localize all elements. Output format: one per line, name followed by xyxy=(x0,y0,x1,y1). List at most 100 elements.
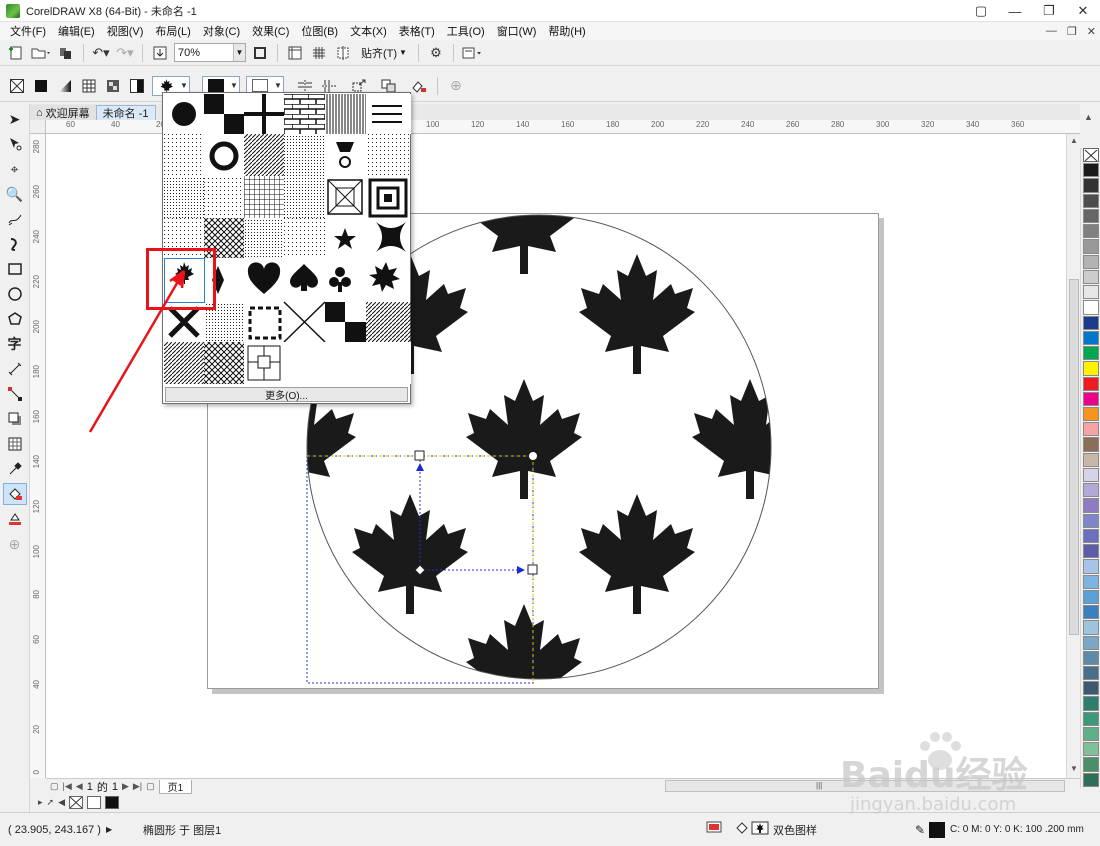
color-proofing-icon[interactable] xyxy=(706,821,722,838)
menu-view[interactable]: 视图(V) xyxy=(103,23,152,39)
options-gear-icon[interactable]: ⚙ xyxy=(426,43,446,63)
palette-color-swatch[interactable] xyxy=(1082,254,1099,269)
palette-color-swatch[interactable] xyxy=(1082,528,1099,544)
palette-color-swatch[interactable] xyxy=(1082,513,1099,528)
palette-color-swatch[interactable] xyxy=(1082,605,1099,620)
doc-restore-button[interactable]: ❐ xyxy=(1067,25,1077,38)
vector-pattern-fill-icon[interactable] xyxy=(80,77,98,95)
page-tab[interactable]: 页1 xyxy=(158,779,193,794)
chevron-down-icon[interactable]: ▼ xyxy=(273,81,283,90)
palette-color-swatch[interactable] xyxy=(1082,437,1099,452)
close-button[interactable]: ✕ xyxy=(1066,0,1100,22)
menu-text[interactable]: 文本(X) xyxy=(346,23,395,39)
palette-color-swatch[interactable] xyxy=(1082,742,1099,757)
vertical-ruler[interactable]: 2802602402202001801601401201008060402002… xyxy=(30,134,46,778)
text-tool-icon[interactable]: 字 xyxy=(3,333,27,355)
interactive-fill-tool-icon[interactable] xyxy=(2,483,27,505)
no-fill-icon[interactable] xyxy=(8,77,26,95)
palette-color-swatch[interactable] xyxy=(1082,193,1099,208)
crop-tool-icon[interactable]: ⌖ xyxy=(3,158,27,180)
palette-color-swatch[interactable] xyxy=(1082,163,1099,178)
show-rulers-icon[interactable] xyxy=(285,43,305,63)
undo-icon[interactable]: ↶▾ xyxy=(91,43,111,63)
tab-current-document[interactable]: 未命名 -1 xyxy=(95,105,156,120)
palette-color-swatch[interactable] xyxy=(1082,361,1099,376)
menu-table[interactable]: 表格(T) xyxy=(395,23,443,39)
fountain-fill-icon[interactable] xyxy=(56,77,74,95)
add-page-after-icon[interactable]: ▢ xyxy=(146,781,155,792)
palette-color-swatch[interactable] xyxy=(1082,650,1099,665)
next-page-icon[interactable]: ▶ xyxy=(122,781,129,792)
palette-color-swatch[interactable] xyxy=(1082,544,1099,559)
uniform-fill-icon[interactable] xyxy=(32,77,50,95)
two-color-pattern-fill-icon[interactable] xyxy=(128,77,146,95)
palette-color-swatch[interactable] xyxy=(1082,483,1099,498)
palette-color-swatch[interactable] xyxy=(1082,620,1099,635)
palette-expand-icon[interactable]: ▸ xyxy=(38,797,43,808)
play-icon[interactable]: ▶ xyxy=(106,825,112,834)
menu-effects[interactable]: 效果(C) xyxy=(248,23,297,39)
palette-color-swatch[interactable] xyxy=(1082,300,1099,315)
palette-color-swatch[interactable] xyxy=(1082,178,1099,193)
palette-scroll-up-icon[interactable]: ▲ xyxy=(1084,112,1093,122)
palette-color-swatch[interactable] xyxy=(1082,681,1099,696)
palette-color-swatch[interactable] xyxy=(1082,726,1099,742)
palette-color-swatch[interactable] xyxy=(1082,346,1099,361)
palette-color-swatch[interactable] xyxy=(1082,422,1099,437)
more-patterns-button[interactable]: 更多(O)... xyxy=(165,387,408,402)
minimize-button[interactable]: — xyxy=(998,0,1032,22)
chevron-down-icon[interactable]: ▼ xyxy=(179,81,189,90)
palette-color-swatch[interactable] xyxy=(1082,391,1099,406)
last-page-icon[interactable]: ▶| xyxy=(133,781,142,792)
eyedropper-tool-icon[interactable] xyxy=(3,458,27,480)
menu-layout[interactable]: 布局(L) xyxy=(151,23,198,39)
parallel-dimension-tool-icon[interactable] xyxy=(3,358,27,380)
rectangle-tool-icon[interactable] xyxy=(3,258,27,280)
show-grid-icon[interactable] xyxy=(309,43,329,63)
palette-color-swatch[interactable] xyxy=(1082,467,1099,483)
palette-color-swatch[interactable] xyxy=(1082,635,1099,650)
artistic-media-tool-icon[interactable] xyxy=(3,233,27,255)
doc-minimize-button[interactable]: — xyxy=(1046,25,1057,37)
palette-color-swatch[interactable] xyxy=(1082,208,1099,224)
polygon-tool-icon[interactable] xyxy=(3,308,27,330)
edit-fill-icon[interactable] xyxy=(410,77,428,95)
ellipse-tool-icon[interactable] xyxy=(3,283,27,305)
previous-page-icon[interactable]: ◀ xyxy=(76,781,83,792)
ruler-origin[interactable] xyxy=(30,120,46,134)
zoom-tool-icon[interactable]: 🔍 xyxy=(3,183,27,205)
palette-color-swatch[interactable] xyxy=(1082,574,1099,589)
no-color-swatch[interactable] xyxy=(1082,148,1099,163)
chevron-down-icon[interactable]: ▼ xyxy=(233,44,245,61)
palette-color-swatch[interactable] xyxy=(1082,239,1099,254)
palette-color-swatch[interactable] xyxy=(1082,696,1099,711)
pattern-skew-handle[interactable] xyxy=(414,450,425,461)
pattern-scale-handle[interactable] xyxy=(527,564,538,575)
palette-color-swatch[interactable] xyxy=(1082,711,1099,726)
palette-color-swatch[interactable] xyxy=(1082,285,1099,300)
palette-color-swatch[interactable] xyxy=(1082,757,1099,772)
taskbar-icon[interactable]: ▢ xyxy=(964,0,998,22)
new-document-icon[interactable] xyxy=(6,43,26,63)
zoom-level-select[interactable]: 70% ▼ xyxy=(174,43,246,62)
menu-edit[interactable]: 编辑(E) xyxy=(54,23,103,39)
chevron-down-icon[interactable]: ▼ xyxy=(229,81,239,90)
menu-tools[interactable]: 工具(O) xyxy=(443,23,493,39)
redo-icon[interactable]: ↷▾ xyxy=(115,43,135,63)
palette-color-swatch[interactable] xyxy=(1082,452,1099,467)
show-guidelines-icon[interactable] xyxy=(333,43,353,63)
pick-tool-icon[interactable]: ➤ xyxy=(3,108,27,130)
palette-color-swatch[interactable] xyxy=(1082,406,1099,422)
palette-color-swatch[interactable] xyxy=(1082,498,1099,513)
palette-color-swatch[interactable] xyxy=(1082,330,1099,346)
palette-color-swatch[interactable] xyxy=(1082,589,1099,605)
pattern-rotate-handle[interactable] xyxy=(528,451,538,461)
menu-file[interactable]: 文件(F) xyxy=(6,23,54,39)
no-color-swatch[interactable] xyxy=(69,795,83,809)
open-folder-icon[interactable] xyxy=(30,43,52,63)
first-page-icon[interactable]: |◀ xyxy=(63,781,72,792)
shape-tool-icon[interactable] xyxy=(3,133,27,155)
snap-to-button[interactable]: 贴齐(T) ▼ xyxy=(357,45,411,61)
palette-color-swatch[interactable] xyxy=(1082,772,1099,787)
scroll-up-icon[interactable]: ▲ xyxy=(1070,136,1078,145)
